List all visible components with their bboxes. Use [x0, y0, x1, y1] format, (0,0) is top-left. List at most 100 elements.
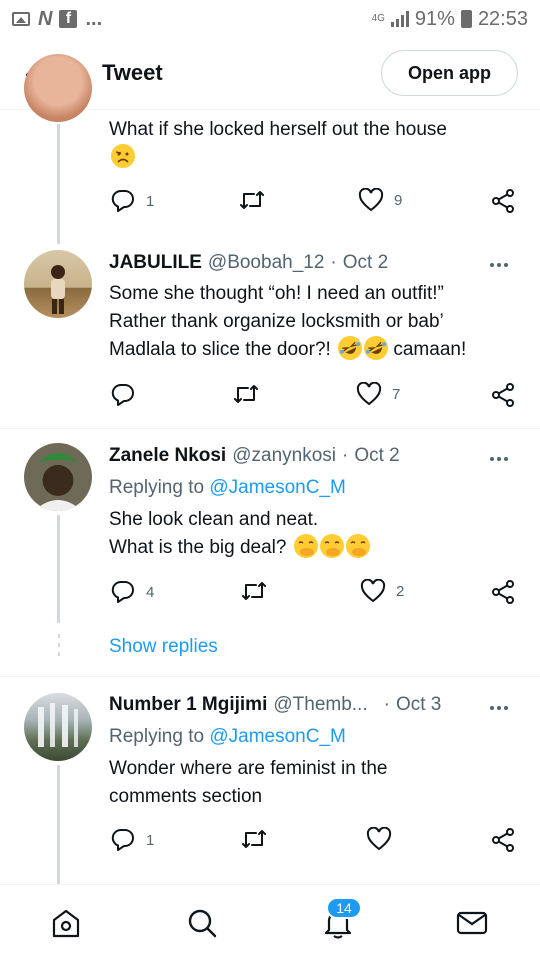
reply-button[interactable]: 4	[110, 579, 154, 605]
tweet[interactable]: Number 1 Mgijimi @Themb... · Oct 3 Reply…	[0, 677, 540, 885]
thread-line	[57, 124, 60, 244]
author-handle[interactable]: @zanynkosi	[232, 445, 336, 467]
reply-icon	[111, 383, 134, 406]
thread-dotted-line	[58, 634, 60, 664]
tweet-actions: 1	[0, 827, 540, 857]
author-name[interactable]: Zanele Nkosi	[109, 445, 226, 467]
like-button[interactable]: 2	[360, 579, 404, 603]
more-notifications: ...	[85, 7, 103, 30]
more-options-icon[interactable]	[490, 260, 518, 270]
tweet-date[interactable]: Oct 2	[354, 445, 399, 467]
home-icon[interactable]	[48, 905, 84, 941]
author-handle[interactable]: @Boobah_12	[208, 252, 325, 274]
share-icon	[492, 580, 514, 604]
show-replies-link[interactable]: Show replies	[109, 636, 218, 658]
status-indicators: 4G 91% 22:53	[372, 8, 528, 31]
mention-link[interactable]: @JamesonC_M	[209, 726, 346, 747]
reply-button[interactable]	[110, 382, 136, 408]
tweet[interactable]: What if she locked herself out the house…	[0, 54, 540, 244]
status-notifications: N f ...	[12, 8, 102, 31]
replying-to: Replying to @JamesonC_M	[109, 477, 346, 498]
separator-dot: ·	[342, 445, 349, 466]
tweet-actions: 1 9	[0, 188, 540, 218]
reply-button[interactable]: 1	[110, 188, 154, 214]
like-count: 7	[392, 385, 401, 403]
retweet-button[interactable]	[232, 382, 260, 406]
retweet-icon	[234, 385, 258, 403]
reply-icon	[111, 828, 134, 851]
page-title: Tweet	[102, 60, 163, 85]
share-button[interactable]	[490, 827, 516, 853]
rofl-emoji	[334, 332, 367, 364]
status-bar: N f ... 4G 91% 22:53	[0, 0, 540, 38]
hand-over-mouth-emoji	[319, 534, 344, 558]
more-options-icon[interactable]	[490, 703, 518, 713]
like-button[interactable]: 9	[358, 188, 402, 212]
retweet-button[interactable]	[240, 579, 268, 603]
clock: 22:53	[477, 7, 528, 30]
retweet-icon	[240, 191, 264, 209]
like-button[interactable]	[366, 827, 392, 851]
heart-icon	[356, 382, 382, 406]
author-name[interactable]: JABULILE	[109, 252, 202, 274]
retweet-button[interactable]	[240, 827, 268, 851]
retweet-button[interactable]	[238, 188, 266, 212]
share-button[interactable]	[490, 188, 516, 214]
network-type: 4G	[371, 13, 385, 24]
avatar[interactable]	[24, 250, 92, 318]
facebook-icon: f	[59, 10, 78, 28]
like-count: 2	[396, 582, 405, 600]
avatar[interactable]	[24, 443, 92, 511]
separator-dot: ·	[330, 252, 337, 273]
avatar[interactable]	[24, 54, 92, 122]
heart-icon	[366, 827, 392, 851]
share-button[interactable]	[490, 382, 516, 408]
hand-over-mouth-emoji	[345, 534, 370, 558]
tweet[interactable]: Zanele Nkosi @zanynkosi · Oct 2 Replying…	[0, 429, 540, 629]
heart-icon	[360, 579, 386, 603]
retweet-icon	[242, 830, 266, 848]
bottom-nav	[0, 884, 540, 960]
author-handle[interactable]: @Themb...	[273, 694, 367, 716]
tweet-text: She look clean and neat. What is the big…	[109, 506, 524, 562]
reply-count: 1	[146, 831, 155, 849]
tweet-header: Number 1 Mgijimi @Themb... · Oct 3	[109, 694, 441, 716]
replying-to: Replying to @JamesonC_M	[109, 726, 346, 747]
hand-over-mouth-emoji	[293, 534, 318, 558]
tweet-header: JABULILE @Boobah_12 · Oct 2	[109, 252, 388, 274]
thread-line	[57, 765, 60, 885]
tweet-date[interactable]: Oct 3	[396, 694, 441, 716]
notification-badge: 14	[326, 897, 362, 919]
tweet-actions: 7	[0, 382, 540, 412]
more-options-icon[interactable]	[490, 454, 518, 464]
reply-button[interactable]: 1	[110, 827, 154, 853]
mention-link[interactable]: @JamesonC_M	[209, 477, 346, 498]
author-name[interactable]: Number 1 Mgijimi	[109, 694, 267, 716]
rofl-emoji	[360, 332, 393, 364]
open-app-button[interactable]: Open app	[381, 50, 518, 96]
tweet-actions: 4 2	[0, 579, 540, 609]
tweet[interactable]: JABULILE @Boobah_12 · Oct 2 Some she tho…	[0, 238, 540, 428]
sad-face-emoji	[111, 144, 135, 168]
battery-percent: 91%	[414, 7, 455, 30]
heart-icon	[358, 188, 384, 212]
tweet-header: Zanele Nkosi @zanynkosi · Oct 2	[109, 445, 400, 467]
tweet-text: Some she thought “oh! I need an outfit!”…	[109, 280, 524, 364]
n-logo-icon: N	[38, 7, 52, 30]
search-icon[interactable]	[184, 905, 220, 941]
like-button[interactable]: 7	[356, 382, 400, 406]
retweet-icon	[242, 582, 266, 600]
image-icon	[12, 12, 30, 26]
tweet-text: Wonder where are feminist in the comment…	[109, 758, 388, 807]
share-icon	[492, 189, 514, 213]
share-button[interactable]	[490, 579, 516, 605]
messages-icon[interactable]	[454, 905, 490, 941]
battery-icon	[460, 10, 472, 28]
signal-icon	[390, 11, 409, 27]
share-icon	[492, 828, 514, 852]
avatar[interactable]	[24, 693, 92, 761]
like-count: 9	[394, 191, 403, 209]
tweet-text: What if she locked herself out the house	[109, 116, 524, 172]
tweet-date[interactable]: Oct 2	[343, 252, 388, 274]
reply-count: 1	[146, 192, 155, 210]
